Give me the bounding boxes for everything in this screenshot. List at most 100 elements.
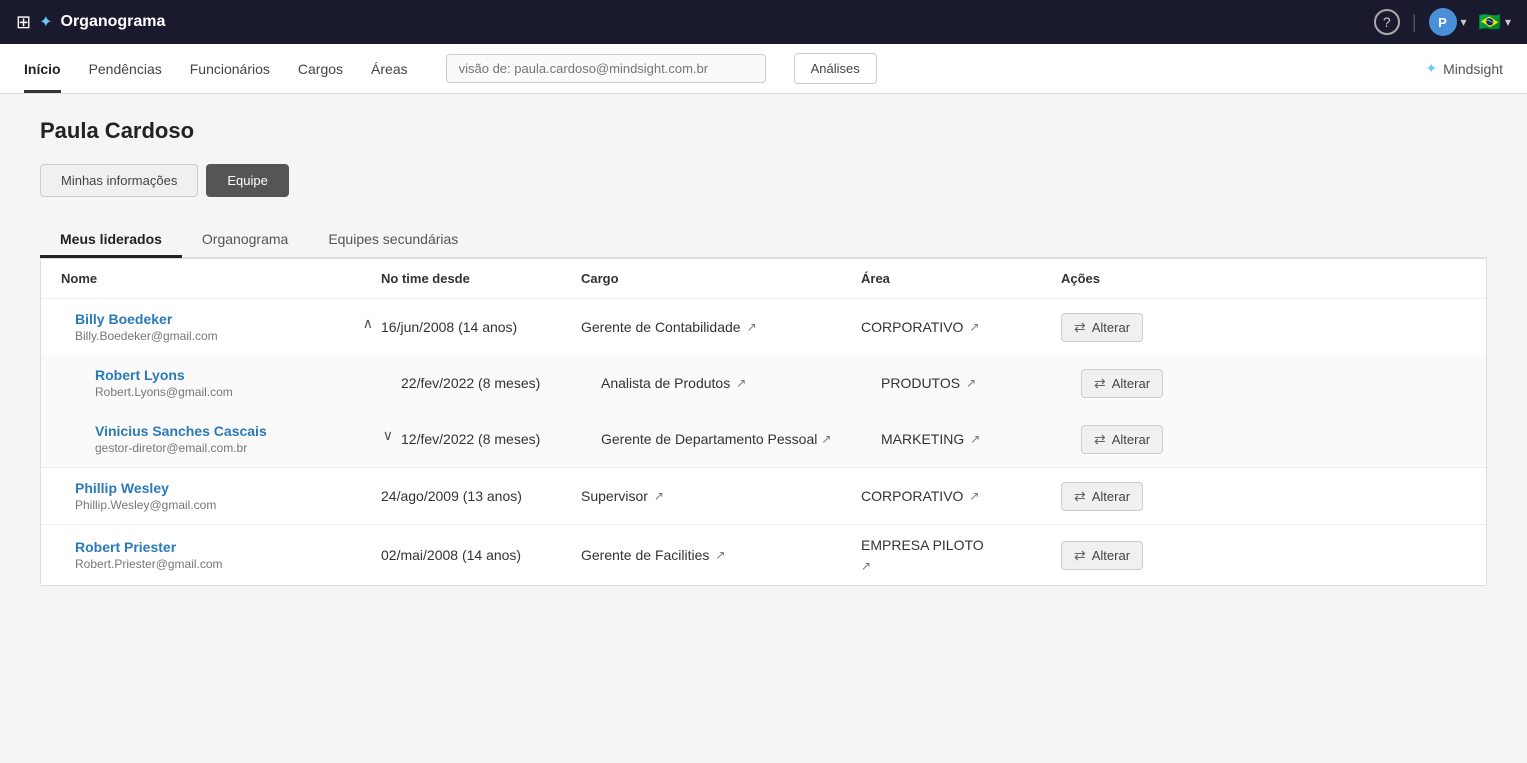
acoes-robert: ⇄ Alterar	[1081, 369, 1261, 398]
external-link-icon[interactable]: ↗	[861, 559, 871, 573]
area-billy: CORPORATIVO ↗	[861, 319, 1061, 335]
name-cell-priester: Robert Priester Robert.Priester@gmail.co…	[61, 539, 381, 571]
area-vinicius: MARKETING ↗	[881, 431, 1081, 447]
subtab-equipes-secundarias[interactable]: Equipes secundárias	[308, 221, 478, 257]
alterar-icon: ⇄	[1094, 431, 1106, 448]
nav-cargos[interactable]: Cargos	[298, 44, 343, 93]
alterar-button-priester[interactable]: ⇄ Alterar	[1061, 541, 1143, 570]
user-avatar-button[interactable]: P ▾	[1429, 8, 1467, 36]
header-acoes: Ações	[1061, 271, 1241, 286]
employee-name-phillip[interactable]: Phillip Wesley	[75, 480, 216, 496]
table-row: Billy Boedeker Billy.Boedeker@gmail.com …	[41, 299, 1486, 355]
row-group-phillip: Phillip Wesley Phillip.Wesley@gmail.com …	[41, 468, 1486, 525]
external-link-icon[interactable]: ↗	[715, 548, 725, 562]
nav-areas[interactable]: Áreas	[371, 44, 408, 93]
cargo-vinicius: Gerente de Departamento Pessoal ↗	[601, 431, 881, 447]
network-icon: ✦	[39, 12, 52, 32]
grid-icon: ⊞	[16, 12, 31, 33]
help-icon: ?	[1383, 14, 1391, 30]
help-button[interactable]: ?	[1374, 9, 1400, 35]
topbar-right: ? | P ▾ 🇧🇷 ▾	[1374, 8, 1511, 36]
acoes-priester: ⇄ Alterar	[1061, 541, 1241, 570]
since-phillip: 24/ago/2009 (13 anos)	[381, 488, 581, 504]
navbar: Início Pendências Funcionários Cargos Ár…	[0, 44, 1527, 94]
tab-buttons: Minhas informações Equipe	[40, 164, 1487, 197]
name-cell-billy: Billy Boedeker Billy.Boedeker@gmail.com …	[61, 311, 381, 343]
since-robert: 22/fev/2022 (8 meses)	[401, 375, 601, 391]
nav-funcionarios[interactable]: Funcionários	[190, 44, 270, 93]
area-phillip: CORPORATIVO ↗	[861, 488, 1061, 504]
external-link-icon[interactable]: ↗	[747, 320, 757, 334]
row-group-billy: Billy Boedeker Billy.Boedeker@gmail.com …	[41, 299, 1486, 468]
external-link-icon[interactable]: ↗	[736, 376, 746, 390]
table-header: Nome No time desde Cargo Área Ações	[41, 259, 1486, 299]
employee-name-robert[interactable]: Robert Lyons	[95, 367, 233, 383]
alterar-button-phillip[interactable]: ⇄ Alterar	[1061, 482, 1143, 511]
language-button[interactable]: 🇧🇷 ▾	[1479, 12, 1511, 33]
external-link-icon[interactable]: ↗	[966, 376, 976, 390]
employee-email-billy: Billy.Boedeker@gmail.com	[75, 329, 218, 343]
search-container	[446, 54, 766, 83]
subtab-organograma[interactable]: Organograma	[182, 221, 308, 257]
search-input[interactable]	[446, 54, 766, 83]
cargo-robert: Analista de Produtos ↗	[601, 375, 881, 391]
alterar-icon: ⇄	[1074, 319, 1086, 336]
alterar-button-billy[interactable]: ⇄ Alterar	[1061, 313, 1143, 342]
alterar-icon: ⇄	[1094, 375, 1106, 392]
row-group-priester: Robert Priester Robert.Priester@gmail.co…	[41, 525, 1486, 585]
employee-name-billy[interactable]: Billy Boedeker	[75, 311, 218, 327]
employee-email-robert: Robert.Lyons@gmail.com	[95, 385, 233, 399]
acoes-billy: ⇄ Alterar	[1061, 313, 1241, 342]
expand-button-billy[interactable]: ∧	[355, 311, 381, 336]
since-vinicius: 12/fev/2022 (8 meses)	[401, 431, 601, 447]
name-cell-robert: Robert Lyons Robert.Lyons@gmail.com	[81, 367, 401, 399]
page-title: Paula Cardoso	[40, 118, 1487, 144]
employee-name-priester[interactable]: Robert Priester	[75, 539, 223, 555]
topbar-logo: ⊞ ✦ Organograma	[16, 12, 1364, 33]
analyses-button[interactable]: Análises	[794, 53, 877, 84]
tab-minhas-informacoes[interactable]: Minhas informações	[40, 164, 198, 197]
avatar-dropdown-icon: ▾	[1461, 15, 1467, 29]
table-row: Robert Priester Robert.Priester@gmail.co…	[41, 525, 1486, 585]
nav-pendencias[interactable]: Pendências	[89, 44, 162, 93]
name-info-billy: Billy Boedeker Billy.Boedeker@gmail.com	[75, 311, 218, 343]
employee-email-vinicius: gestor-diretor@email.com.br	[95, 441, 267, 455]
header-desde: No time desde	[381, 271, 581, 286]
employee-email-priester: Robert.Priester@gmail.com	[75, 557, 223, 571]
subtab-meus-liderados[interactable]: Meus liderados	[40, 221, 182, 257]
brand: ✦ Mindsight	[1425, 60, 1503, 77]
name-info-phillip: Phillip Wesley Phillip.Wesley@gmail.com	[75, 480, 216, 512]
tab-equipe[interactable]: Equipe	[206, 164, 288, 197]
sub-tabs: Meus liderados Organograma Equipes secun…	[40, 221, 1487, 258]
employees-table: Nome No time desde Cargo Área Ações Bill…	[40, 258, 1487, 586]
name-info-priester: Robert Priester Robert.Priester@gmail.co…	[75, 539, 223, 571]
since-billy: 16/jun/2008 (14 anos)	[381, 319, 581, 335]
alterar-icon: ⇄	[1074, 547, 1086, 564]
table-row: Phillip Wesley Phillip.Wesley@gmail.com …	[41, 468, 1486, 524]
expand-button-vinicius[interactable]: ∨	[375, 423, 401, 448]
alterar-icon: ⇄	[1074, 488, 1086, 505]
brand-label: Mindsight	[1443, 61, 1503, 77]
divider: |	[1412, 12, 1417, 33]
flag-icon: 🇧🇷	[1479, 12, 1501, 33]
external-link-icon[interactable]: ↗	[969, 320, 979, 334]
brand-icon: ✦	[1425, 60, 1437, 77]
name-cell-vinicius: Vinicius Sanches Cascais gestor-diretor@…	[81, 423, 401, 455]
alterar-button-vinicius[interactable]: ⇄ Alterar	[1081, 425, 1163, 454]
external-link-icon[interactable]: ↗	[821, 432, 831, 446]
name-cell-phillip: Phillip Wesley Phillip.Wesley@gmail.com	[61, 480, 381, 512]
name-info-robert: Robert Lyons Robert.Lyons@gmail.com	[95, 367, 233, 399]
employee-name-vinicius[interactable]: Vinicius Sanches Cascais	[95, 423, 267, 439]
external-link-icon[interactable]: ↗	[970, 432, 980, 446]
acoes-vinicius: ⇄ Alterar	[1081, 425, 1261, 454]
flag-dropdown-icon: ▾	[1505, 15, 1511, 29]
table-row: Robert Lyons Robert.Lyons@gmail.com 22/f…	[41, 355, 1486, 411]
alterar-button-robert[interactable]: ⇄ Alterar	[1081, 369, 1163, 398]
avatar: P	[1429, 8, 1457, 36]
area-priester: EMPRESA PILOTO ↗	[861, 537, 1061, 573]
external-link-icon[interactable]: ↗	[654, 489, 664, 503]
since-priester: 02/mai/2008 (14 anos)	[381, 547, 581, 563]
external-link-icon[interactable]: ↗	[969, 489, 979, 503]
cargo-priester: Gerente de Facilities ↗	[581, 547, 861, 563]
nav-inicio[interactable]: Início	[24, 44, 61, 93]
